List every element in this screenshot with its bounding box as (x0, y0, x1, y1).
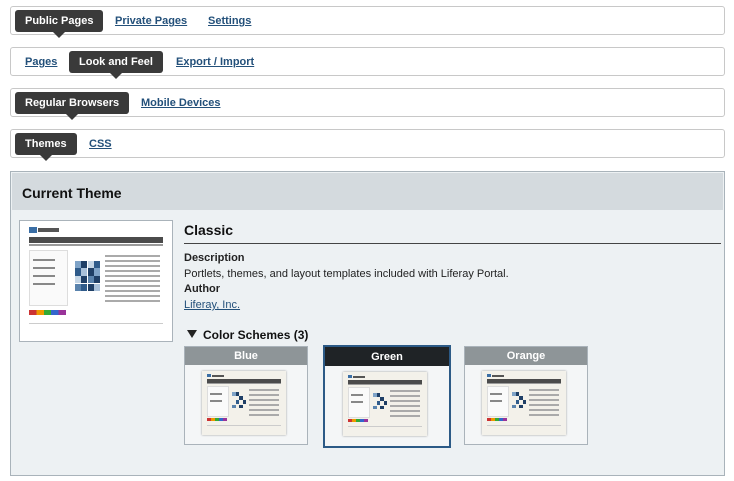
author-label: Author (184, 283, 221, 295)
tab-themes[interactable]: Themes (15, 133, 77, 161)
description-text: Portlets, themes, and layout templates i… (184, 268, 509, 280)
tab-export-import[interactable]: Export / Import (172, 51, 258, 73)
tabbar-theme-css: Themes CSS (10, 129, 725, 161)
color-scheme-thumbnail (482, 371, 566, 435)
color-scheme-label: Green (325, 347, 449, 366)
current-theme-panel: Current Theme Classic Description Portle… (10, 171, 725, 476)
divider (184, 243, 721, 244)
theme-name: Classic (184, 222, 234, 238)
color-scheme-thumbnail (202, 371, 286, 435)
tabbar-page-options: Pages Look and Feel Export / Import (10, 47, 725, 79)
color-schemes-toggle[interactable]: Color Schemes (3) (187, 328, 308, 342)
color-schemes-label: Color Schemes (3) (203, 328, 309, 342)
tab-pages[interactable]: Pages (21, 51, 61, 73)
tab-look-and-feel[interactable]: Look and Feel (69, 51, 163, 79)
color-scheme-label: Orange (465, 347, 587, 365)
tab-regular-browsers[interactable]: Regular Browsers (15, 92, 130, 120)
color-scheme-green[interactable]: Green (323, 345, 451, 448)
tabbar-site-pages: Public Pages Private Pages Settings (10, 6, 725, 38)
tab-private-pages[interactable]: Private Pages (111, 10, 191, 32)
theme-preview-image (20, 221, 172, 341)
description-label: Description (184, 252, 245, 264)
tabbar-device-type: Regular Browsers Mobile Devices (10, 88, 725, 120)
author-link[interactable]: Liferay, Inc. (184, 299, 240, 311)
tab-mobile-devices[interactable]: Mobile Devices (137, 92, 224, 114)
collapse-triangle-icon (187, 330, 197, 338)
tab-settings[interactable]: Settings (204, 10, 255, 32)
color-scheme-thumbnail (343, 372, 427, 436)
color-scheme-blue[interactable]: Blue (184, 346, 308, 445)
panel-title: Current Theme (22, 185, 122, 201)
color-scheme-label: Blue (185, 347, 307, 365)
panel-header: Current Theme (12, 173, 723, 210)
tab-public-pages[interactable]: Public Pages (15, 10, 104, 38)
tab-css[interactable]: CSS (85, 133, 116, 155)
current-theme-thumbnail (19, 220, 173, 342)
color-scheme-orange[interactable]: Orange (464, 346, 588, 445)
